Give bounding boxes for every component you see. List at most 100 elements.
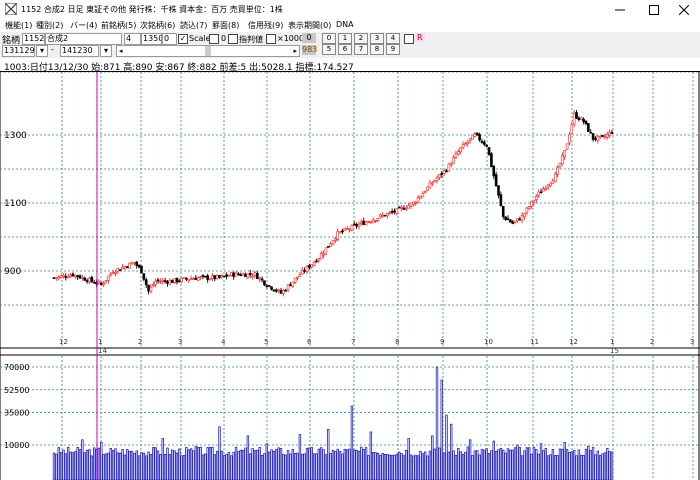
- candle-body-177: [471, 134, 474, 140]
- volume-bar-48: [166, 447, 169, 480]
- chart-canvas[interactable]: 900110013001000035000525007000012 1 2 3 4 5 6 7…: [0, 72, 700, 480]
- candle-body-41: [149, 286, 153, 292]
- volume-bar-53: [178, 448, 181, 480]
- candle-body-233: [603, 136, 607, 138]
- x1000-checkbox[interactable]: [266, 34, 276, 44]
- field-a-input[interactable]: 4: [124, 33, 141, 45]
- volume-bar-146: [398, 451, 401, 480]
- volume-bar-109: [310, 447, 313, 480]
- field-b-input[interactable]: 1350: [141, 33, 162, 45]
- date-to-dropdown[interactable]: ▾: [100, 45, 112, 57]
- scroll-thumb[interactable]: [205, 46, 211, 56]
- volume-bar-166: [445, 414, 448, 480]
- date-scrollbar[interactable]: ◂ ▸: [116, 45, 300, 57]
- candle-body-31: [125, 266, 129, 268]
- menu-display-period[interactable]: 表示期間(0): [288, 20, 331, 31]
- candle-body-3: [59, 275, 63, 278]
- candle-body-236: [610, 132, 614, 134]
- toolbar: 銘柄 1152 合成2 4 1350 0 ✓ Scale 0 指判値 ×1000…: [0, 32, 700, 58]
- scale-checkbox[interactable]: ✓: [178, 34, 188, 44]
- volume-bar-104: [298, 434, 302, 480]
- menu-type[interactable]: 種別(2): [36, 20, 63, 31]
- num-button-9[interactable]: 9: [386, 44, 400, 55]
- candle-body-74: [227, 275, 231, 277]
- volume-bar-144: [393, 454, 396, 480]
- volume-bar-25: [111, 449, 115, 480]
- volume-bar-94: [275, 449, 278, 480]
- candle-body-132: [364, 221, 368, 226]
- candle-body-39: [144, 279, 148, 286]
- price-tick-label-1: 1100: [4, 199, 27, 209]
- volume-bar-110: [312, 453, 316, 480]
- volume-bar-114: [322, 449, 325, 480]
- minimize-button[interactable]: [604, 0, 636, 19]
- menu-bar: 機能(1) 種別(2) バー(4) 前銘柄(5) 次銘柄(6) 読込(7) 罫面…: [0, 19, 700, 32]
- candle-body-89: [263, 280, 266, 286]
- chevron-down-icon: ▾: [103, 46, 108, 55]
- index-checkbox[interactable]: [228, 34, 238, 44]
- candle-body-59: [192, 278, 195, 280]
- candle-body-169: [452, 157, 455, 164]
- num-button-5[interactable]: 5: [322, 44, 336, 55]
- menu-margin[interactable]: 信用残(9): [248, 20, 283, 31]
- candle-body-115: [324, 247, 328, 255]
- volume-bar-74: [227, 451, 231, 480]
- menu-bar-style[interactable]: バー(4): [70, 20, 97, 31]
- candle-body-127: [352, 223, 356, 226]
- candle-body-224: [582, 118, 585, 123]
- candle-body-196: [516, 218, 519, 222]
- num-button-4[interactable]: 4: [386, 33, 400, 44]
- candle-body-82: [246, 273, 250, 279]
- r-checkbox[interactable]: [404, 34, 414, 44]
- menu-prev-stock[interactable]: 前銘柄(5): [101, 20, 136, 31]
- num-button-1[interactable]: 1: [338, 33, 352, 44]
- candle-body-20: [99, 282, 103, 285]
- candle-body-4: [62, 274, 65, 278]
- volume-bar-23: [107, 452, 110, 480]
- volume-bar-203: [532, 446, 536, 480]
- candle-body-232: [601, 135, 604, 137]
- volume-bar-76: [232, 451, 235, 480]
- candle-body-157: [423, 191, 427, 193]
- num-button-3[interactable]: 3: [370, 33, 384, 44]
- candle-body-23: [107, 275, 110, 281]
- candle-body-190: [501, 205, 505, 217]
- volume-bar-99: [286, 450, 290, 480]
- num-button-7[interactable]: 7: [354, 44, 368, 55]
- date-from-dropdown[interactable]: ▾: [36, 45, 48, 57]
- menu-dna[interactable]: DNA: [336, 20, 354, 29]
- num-button-0[interactable]: 0: [322, 33, 336, 44]
- volume-bar-19: [97, 447, 101, 480]
- candle-body-139: [381, 214, 384, 217]
- candle-body-47: [163, 280, 167, 282]
- num-button-6[interactable]: 6: [338, 44, 352, 55]
- volume-bar-102: [293, 453, 297, 480]
- menu-next-stock[interactable]: 次銘柄(6): [140, 20, 175, 31]
- volume-bar-179: [476, 450, 479, 480]
- zero-checkbox[interactable]: [209, 34, 219, 44]
- code-input[interactable]: 1152: [22, 33, 45, 45]
- menu-chart-face[interactable]: 罫面(8): [212, 20, 239, 31]
- num-button-8[interactable]: 8: [370, 44, 384, 55]
- volume-bar-218: [568, 451, 571, 480]
- name-input[interactable]: 合成2: [45, 33, 122, 45]
- volume-bar-216: [563, 441, 566, 480]
- candle-body-110: [312, 261, 316, 266]
- date-from-select[interactable]: 131129: [2, 45, 35, 57]
- date-to-select[interactable]: 141230: [60, 45, 99, 57]
- num-button-2[interactable]: 2: [354, 33, 368, 44]
- candle-body-118: [331, 240, 335, 245]
- volume-bar-51: [173, 450, 176, 480]
- volume-bar-226: [587, 445, 590, 480]
- volume-bar-106: [303, 453, 306, 480]
- candle-body-199: [523, 213, 526, 217]
- volume-bar-139: [381, 452, 384, 480]
- maximize-button[interactable]: [638, 0, 670, 19]
- volume-bar-24: [109, 448, 112, 480]
- close-icon: [679, 4, 689, 15]
- field-c-input[interactable]: 0: [162, 33, 177, 45]
- volume-bar-212: [554, 455, 557, 480]
- menu-function[interactable]: 機能(1): [5, 20, 32, 31]
- close-button[interactable]: [668, 0, 700, 19]
- menu-load[interactable]: 読込(7): [180, 20, 207, 31]
